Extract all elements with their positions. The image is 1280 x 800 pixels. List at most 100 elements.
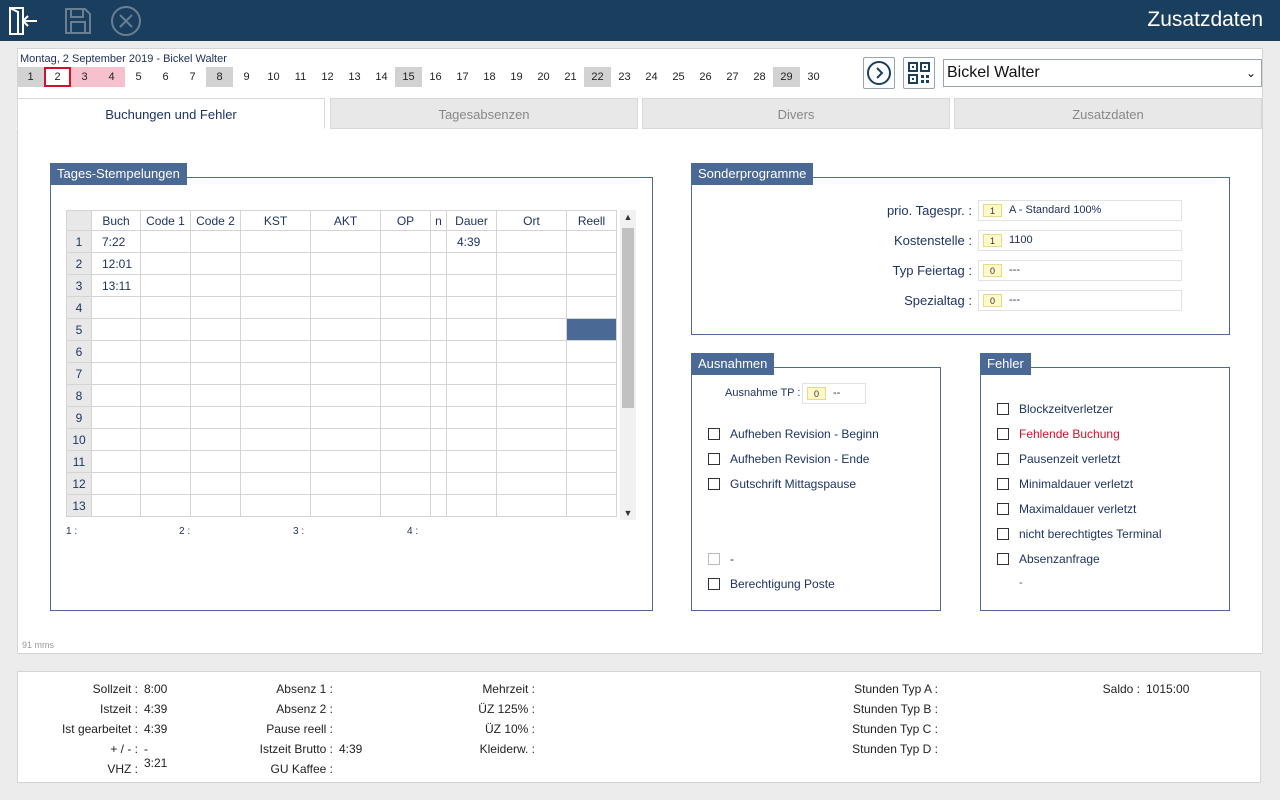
table-cell[interactable] [190, 428, 241, 451]
table-cell[interactable] [496, 450, 567, 473]
fehler-check-5[interactable]: nicht berechtigtes Terminal [997, 527, 1162, 541]
day-2[interactable]: 2 [44, 67, 71, 87]
table-cell[interactable] [446, 428, 497, 451]
table-cell[interactable] [190, 340, 241, 363]
column-header[interactable]: Buch [91, 210, 141, 231]
table-cell[interactable] [566, 230, 617, 253]
tab-buchungen[interactable]: Buchungen und Fehler [17, 98, 325, 129]
table-cell[interactable] [446, 450, 497, 473]
day-11[interactable]: 11 [287, 67, 314, 87]
fehler-check-6[interactable]: Absenzanfrage [997, 552, 1100, 566]
table-cell[interactable] [496, 296, 567, 319]
day-27[interactable]: 27 [719, 67, 746, 87]
table-cell[interactable] [91, 428, 141, 451]
table-cell[interactable] [91, 318, 141, 341]
checkbox[interactable] [708, 428, 720, 440]
table-cell[interactable] [310, 362, 381, 385]
table-cell[interactable] [190, 230, 241, 253]
table-row[interactable]: 12 [66, 472, 617, 495]
table-cell[interactable] [240, 450, 311, 473]
table-cell[interactable] [140, 450, 191, 473]
day-14[interactable]: 14 [368, 67, 395, 87]
day-6[interactable]: 6 [152, 67, 179, 87]
table-row[interactable]: 11 [66, 450, 617, 473]
table-cell[interactable] [446, 406, 497, 429]
table-cell[interactable] [190, 296, 241, 319]
table-row[interactable]: 7 [66, 362, 617, 385]
next-day-button[interactable] [863, 57, 895, 89]
table-cell[interactable] [566, 494, 617, 517]
table-cell[interactable]: 13:11 [91, 274, 141, 297]
table-cell[interactable] [496, 230, 567, 253]
table-cell[interactable] [380, 384, 431, 407]
column-header[interactable]: Reell [566, 210, 617, 231]
day-29[interactable]: 29 [773, 67, 800, 87]
table-cell[interactable] [566, 362, 617, 385]
table-cell[interactable] [240, 406, 311, 429]
table-cell[interactable] [310, 472, 381, 495]
table-cell[interactable] [380, 340, 431, 363]
table-cell[interactable] [430, 472, 447, 495]
table-cell[interactable] [310, 296, 381, 319]
cancel-button[interactable] [109, 4, 143, 38]
table-cell[interactable] [496, 318, 567, 341]
day-12[interactable]: 12 [314, 67, 341, 87]
day-25[interactable]: 25 [665, 67, 692, 87]
checkbox[interactable] [708, 453, 720, 465]
day-3[interactable]: 3 [71, 67, 98, 87]
table-cell[interactable] [430, 406, 447, 429]
table-cell[interactable] [91, 296, 141, 319]
table-cell[interactable] [380, 428, 431, 451]
table-cell[interactable] [190, 362, 241, 385]
table-cell[interactable] [496, 362, 567, 385]
table-cell[interactable] [430, 296, 447, 319]
table-cell[interactable] [566, 296, 617, 319]
table-cell[interactable] [380, 450, 431, 473]
table-cell[interactable]: 4:39 [446, 230, 497, 253]
table-cell[interactable] [446, 472, 497, 495]
table-cell[interactable] [190, 252, 241, 275]
day-21[interactable]: 21 [557, 67, 584, 87]
table-cell[interactable] [566, 384, 617, 407]
column-header[interactable]: Code 1 [140, 210, 191, 231]
table-cell[interactable] [310, 406, 381, 429]
table-cell[interactable] [430, 274, 447, 297]
table-cell[interactable]: 12:01 [91, 252, 141, 275]
table-cell[interactable] [190, 274, 241, 297]
scroll-up-icon[interactable]: ▲ [620, 212, 636, 222]
table-cell[interactable] [446, 296, 497, 319]
table-cell[interactable] [140, 494, 191, 517]
checkbox[interactable] [708, 478, 720, 490]
table-cell[interactable] [310, 340, 381, 363]
table-cell[interactable] [240, 252, 311, 275]
scroll-thumb[interactable] [622, 228, 634, 408]
scroll-down-icon[interactable]: ▼ [620, 508, 636, 518]
check-gutschrift[interactable]: Gutschrift Mittagspause [708, 477, 856, 491]
day-18[interactable]: 18 [476, 67, 503, 87]
table-cell[interactable] [240, 296, 311, 319]
table-cell[interactable] [566, 252, 617, 275]
table-cell[interactable] [496, 252, 567, 275]
fehler-check-2[interactable]: Pausenzeit verletzt [997, 452, 1120, 466]
table-cell[interactable] [240, 428, 311, 451]
table-cell[interactable] [310, 428, 381, 451]
checkbox[interactable] [997, 478, 1009, 490]
fehler-check-0[interactable]: Blockzeitverletzer [997, 402, 1113, 416]
table-cell[interactable] [430, 252, 447, 275]
table-cell[interactable] [566, 340, 617, 363]
table-cell[interactable] [380, 406, 431, 429]
day-4[interactable]: 4 [98, 67, 125, 87]
table-cell[interactable] [240, 318, 311, 341]
day-17[interactable]: 17 [449, 67, 476, 87]
table-row[interactable]: 1 7:22 4:39 [66, 230, 617, 253]
checkbox[interactable] [997, 403, 1009, 415]
table-cell[interactable] [240, 340, 311, 363]
column-header[interactable]: Ort [496, 210, 567, 231]
day-19[interactable]: 19 [503, 67, 530, 87]
table-cell[interactable] [496, 384, 567, 407]
day-9[interactable]: 9 [233, 67, 260, 87]
table-cell[interactable] [140, 472, 191, 495]
day-28[interactable]: 28 [746, 67, 773, 87]
table-cell[interactable] [140, 318, 191, 341]
table-scrollbar[interactable]: ▲ ▼ [620, 210, 636, 520]
